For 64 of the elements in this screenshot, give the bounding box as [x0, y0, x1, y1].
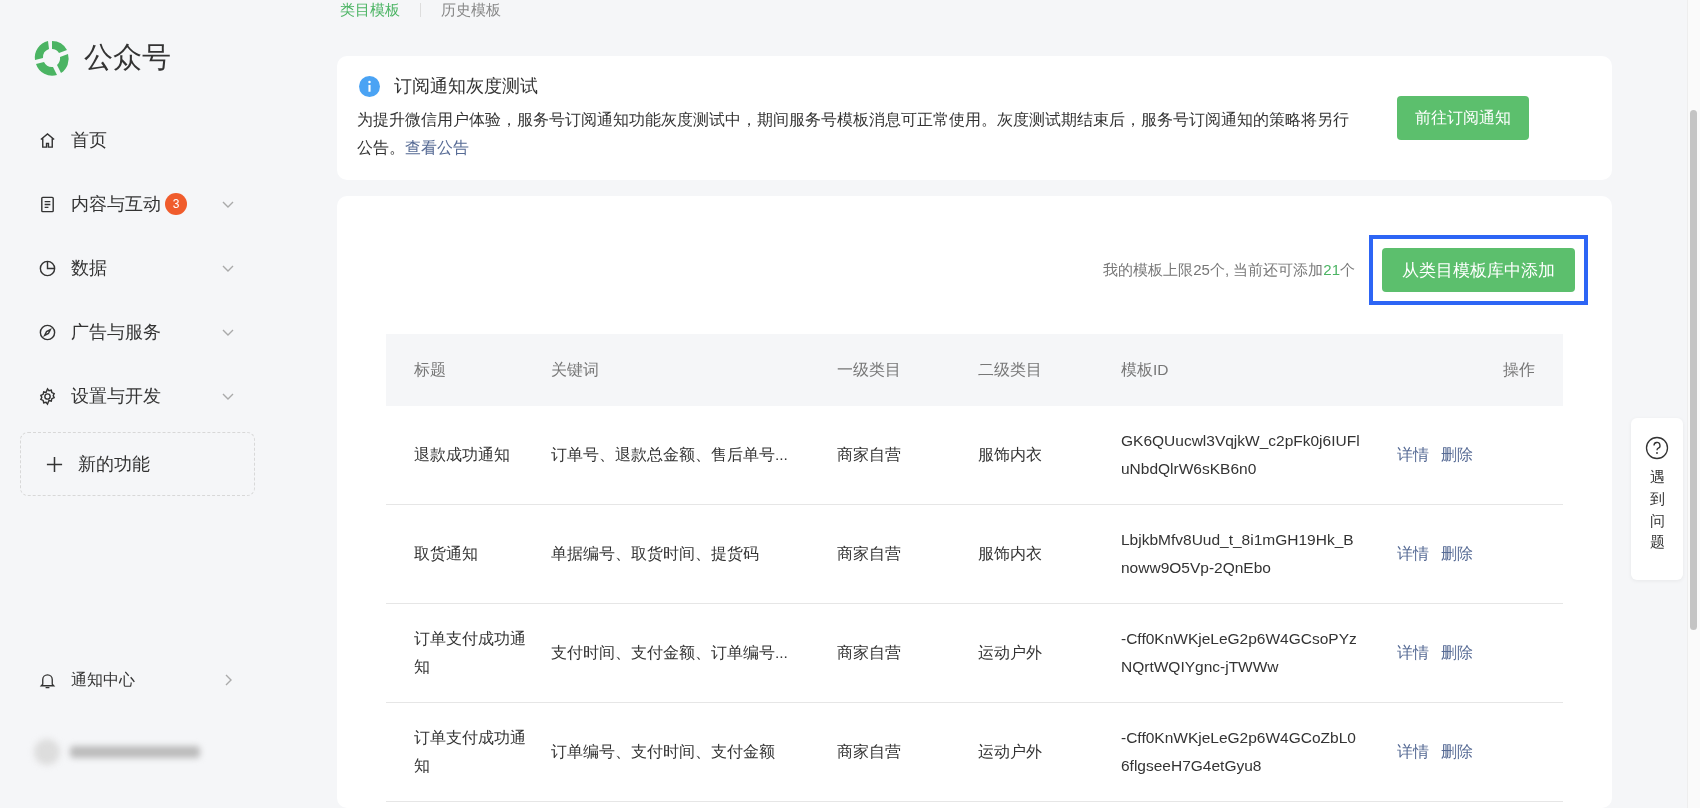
help-button[interactable]: 遇到问题 [1631, 418, 1683, 580]
menu-item[interactable]: 设置与开发 [20, 364, 255, 428]
table-cell-text: 服饰内衣 [978, 544, 1043, 564]
table-cell-text: 订单编号、支付时间、支付金额 [551, 742, 776, 762]
notice-text: 为提升微信用户体验，服务号订阅通知功能灰度测试中，期间服务号模板消息可正常使用。灰度测试期结束后，服务号订阅通知的策略将另行公告。查看公告 [357, 110, 1350, 158]
action-link[interactable]: 删除 [1441, 639, 1473, 667]
brand-name: 公众号 [84, 40, 171, 75]
action-link[interactable]: 详情 [1397, 738, 1429, 766]
table-cell-text: 单据编号、取货时间、提货码 [551, 544, 760, 564]
action-link[interactable]: 详情 [1397, 639, 1429, 667]
table-cell-text: 商家自营 [837, 544, 902, 564]
pie-chart-icon [38, 258, 57, 278]
action-link[interactable]: 删除 [1441, 738, 1473, 766]
column-header: 关键词 [551, 360, 600, 380]
action-link[interactable]: 详情 [1397, 441, 1429, 469]
settings-icon [38, 386, 57, 406]
table-cell-text: -Cff0KnWKjeLeG2p6W4GCsoPYzNQrtWQIYgnc-jTWWw [1121, 629, 1358, 677]
table-cell-text: 运动户外 [978, 742, 1043, 762]
table-cell-text: 订单支付成功通知 [413, 629, 527, 677]
table-cell-text: GK6QUucwl3VqjkW_c2pFk0j6IUFluNbdQlrW6sKB6n0 [1121, 431, 1361, 479]
action-link[interactable]: 删除 [1441, 441, 1473, 469]
table-cell-text: 退款成功通知 [413, 445, 511, 465]
plus-icon [45, 454, 64, 474]
menu-label: 广告与服务 [71, 321, 161, 344]
menu-item[interactable]: 首页 [20, 108, 255, 172]
menu-label: 数据 [71, 257, 107, 280]
table-cell-text: 商家自营 [837, 742, 902, 762]
info-icon [359, 75, 380, 97]
table-cell-text: LbjkbMfv8Uud_t_8i1mGH19Hk_Bnoww9O5Vp-2QnEbo [1121, 530, 1355, 578]
menu-item[interactable]: 内容与互动 3 [20, 172, 255, 236]
table-cell-text: 商家自营 [837, 445, 902, 465]
table-cell-text: 订单号、退款总金额、售后单号... [551, 445, 789, 465]
menu-item[interactable]: 数据 [20, 236, 255, 300]
table-cell-text: 取货通知 [413, 544, 479, 564]
action-link[interactable]: 详情 [1397, 540, 1429, 568]
home-icon [38, 130, 57, 150]
announcement-link[interactable]: 查看公告 [405, 139, 469, 156]
column-header: 操作 [1502, 360, 1536, 380]
table-cell-text: 订单支付成功通知 [413, 728, 527, 776]
scrollbar-thumb[interactable] [1690, 110, 1697, 630]
table-cell-text: -Cff0KnWKjeLeG2p6W4GCoZbL06flgseeH7G4etGyu8 [1121, 728, 1357, 776]
table-cell-text: 运动户外 [978, 643, 1043, 663]
table-cell-text: 服饰内衣 [978, 445, 1043, 465]
menu-label: 设置与开发 [71, 385, 161, 408]
column-header: 标题 [413, 360, 447, 380]
compass-icon [38, 322, 57, 342]
document-icon [38, 194, 57, 214]
column-header: 一级类目 [837, 360, 902, 380]
table-cell-text: 商家自营 [837, 643, 902, 663]
quota-text: 我的模板上限25个, 当前还可添加21个 [1103, 260, 1355, 280]
table-cell-text: 支付时间、支付金额、订单编号... [551, 643, 789, 663]
notification-center-item[interactable]: 通知中心 [20, 648, 255, 712]
column-header: 模板ID [1121, 360, 1170, 380]
logo-icon [32, 38, 72, 78]
count-badge: 3 [165, 193, 187, 215]
tab[interactable]: 历史模板 [441, 1, 501, 19]
help-icon [1645, 436, 1669, 460]
new-feature-button[interactable]: 新的功能 [20, 432, 255, 496]
menu-item[interactable]: 广告与服务 [20, 300, 255, 364]
column-header: 二级类目 [978, 360, 1043, 380]
action-link[interactable]: 删除 [1441, 540, 1473, 568]
notice-title: 订阅通知灰度测试 [394, 75, 538, 98]
menu-label: 首页 [71, 129, 107, 152]
menu-label: 内容与互动 [71, 193, 161, 216]
